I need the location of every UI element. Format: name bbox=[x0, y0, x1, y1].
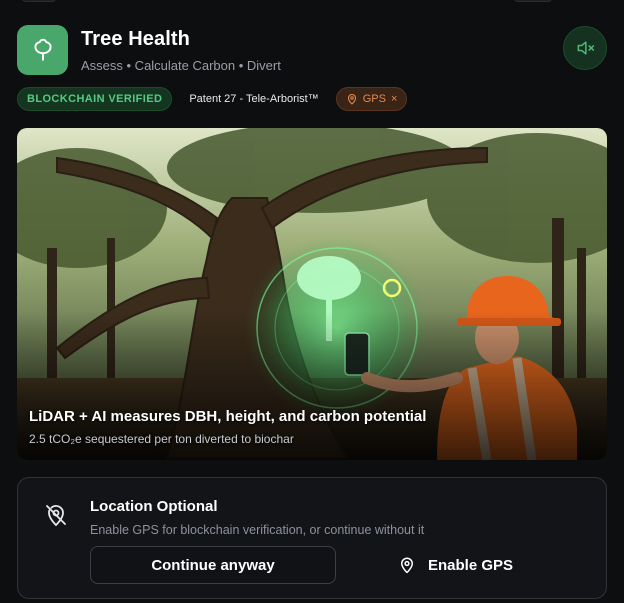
header-titles: Tree Health Assess • Calculate Carbon • … bbox=[81, 28, 281, 73]
top-scroll-stub-right bbox=[514, 0, 552, 2]
hero-image-card: LiDAR + AI measures DBH, height, and car… bbox=[17, 128, 607, 460]
blockchain-verified-badge: BLOCKCHAIN VERIFIED bbox=[17, 87, 173, 111]
page-title: Tree Health bbox=[81, 27, 190, 50]
continue-anyway-button[interactable]: Continue anyway bbox=[90, 546, 336, 584]
location-description: Enable GPS for blockchain verification, … bbox=[90, 523, 425, 537]
location-title: Location Optional bbox=[90, 498, 218, 515]
location-pin-icon bbox=[347, 93, 356, 105]
page-subtitle: Assess • Calculate Carbon • Divert bbox=[81, 57, 281, 73]
badge-row: BLOCKCHAIN VERIFIED Patent 27 - Tele-Arb… bbox=[17, 87, 408, 111]
hero-text: LiDAR + AI measures DBH, height, and car… bbox=[29, 408, 426, 446]
location-off-icon bbox=[46, 505, 66, 526]
mute-button[interactable] bbox=[563, 26, 607, 70]
header: Tree Health Assess • Calculate Carbon • … bbox=[17, 24, 607, 76]
top-scroll-stub-left bbox=[22, 0, 56, 2]
enable-gps-label: Enable GPS bbox=[428, 556, 514, 574]
location-optional-card: Location Optional Enable GPS for blockch… bbox=[17, 477, 607, 599]
hero-caption: LiDAR + AI measures DBH, height, and car… bbox=[29, 408, 427, 425]
location-pin-icon bbox=[401, 557, 413, 574]
enable-gps-button[interactable]: Enable GPS bbox=[398, 546, 538, 584]
patent-badge: Patent 27 - Tele-Arborist™ bbox=[189, 93, 319, 105]
gps-status-badge[interactable]: GPS × bbox=[335, 87, 408, 111]
tree-icon bbox=[17, 25, 68, 75]
speaker-muted-icon bbox=[577, 41, 595, 55]
gps-badge-label: GPS bbox=[362, 93, 386, 105]
tree-health-screen: Tree Health Assess • Calculate Carbon • … bbox=[0, 0, 624, 603]
gps-close-icon: × bbox=[390, 93, 398, 105]
hero-subcaption: 2.5 tCO₂e sequestered per ton diverted t… bbox=[29, 432, 294, 446]
